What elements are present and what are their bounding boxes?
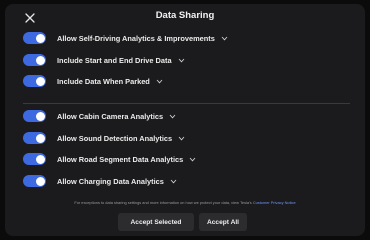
toggle-self-driving[interactable] xyxy=(23,32,46,44)
toggle-start-end-drive[interactable] xyxy=(23,54,46,66)
dialog-title: Data Sharing xyxy=(155,10,215,21)
toggle-sound-detection[interactable] xyxy=(23,132,46,144)
setting-label: Allow Self-Driving Analytics & Improveme… xyxy=(57,33,215,43)
toggle-knob xyxy=(35,133,45,143)
accept-selected-button[interactable]: Accept Selected xyxy=(118,213,194,231)
toggle-knob xyxy=(35,176,45,186)
chevron-down-icon[interactable] xyxy=(156,79,163,84)
setting-row-parked: Include Data When Parked xyxy=(23,74,163,88)
setting-row-charging: Allow Charging Data Analytics xyxy=(23,174,177,188)
setting-row-road-segment: Allow Road Segment Data Analytics xyxy=(23,152,196,166)
setting-row-start-end-drive: Include Start and End Drive Data xyxy=(23,53,185,67)
setting-row-cabin-camera: Allow Cabin Camera Analytics xyxy=(23,109,176,123)
chevron-down-icon[interactable] xyxy=(189,157,196,162)
setting-row-sound-detection: Allow Sound Detection Analytics xyxy=(23,131,185,145)
chevron-down-icon[interactable] xyxy=(169,114,176,119)
toggle-knob xyxy=(35,154,45,164)
setting-label: Include Data When Parked xyxy=(57,76,150,86)
chevron-down-icon[interactable] xyxy=(178,58,185,63)
toggle-knob xyxy=(35,33,45,43)
data-sharing-dialog: Data Sharing Allow Self-Driving Analytic… xyxy=(5,4,365,236)
group-divider xyxy=(23,103,350,104)
toggle-road-segment[interactable] xyxy=(23,153,46,165)
setting-label: Allow Sound Detection Analytics xyxy=(57,133,173,143)
chevron-down-icon[interactable] xyxy=(170,179,177,184)
toggle-cabin-camera[interactable] xyxy=(23,110,46,122)
privacy-footnote: For exceptions to data sharing settings … xyxy=(5,200,365,205)
accept-all-button[interactable]: Accept All xyxy=(199,213,247,231)
setting-label: Allow Road Segment Data Analytics xyxy=(57,154,184,164)
toggle-parked[interactable] xyxy=(23,75,46,87)
toggle-charging[interactable] xyxy=(23,175,46,187)
setting-label: Include Start and End Drive Data xyxy=(57,55,172,65)
toggle-knob xyxy=(35,55,45,65)
toggle-knob xyxy=(35,111,45,121)
chevron-down-icon[interactable] xyxy=(221,36,228,41)
toggle-knob xyxy=(35,76,45,86)
privacy-notice-link[interactable]: Customer Privacy Notice xyxy=(253,200,296,205)
setting-label: Allow Charging Data Analytics xyxy=(57,176,164,186)
footnote-text: For exceptions to data sharing settings … xyxy=(74,200,253,205)
chevron-down-icon[interactable] xyxy=(178,136,185,141)
setting-row-self-driving: Allow Self-Driving Analytics & Improveme… xyxy=(23,31,228,45)
setting-label: Allow Cabin Camera Analytics xyxy=(57,111,164,121)
